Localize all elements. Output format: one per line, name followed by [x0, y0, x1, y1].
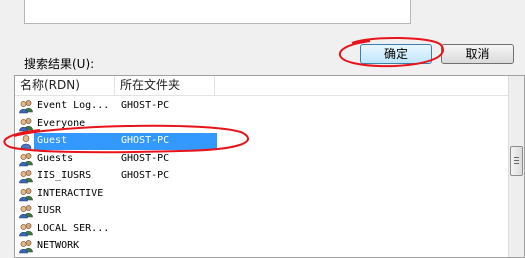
- column-header-name[interactable]: 名称(RDN): [15, 76, 115, 95]
- group-icon: [18, 239, 34, 254]
- list-item[interactable]: Event Log... GHOST-PC: [15, 98, 509, 116]
- item-name: Guest: [37, 135, 68, 146]
- item-name: IUSR: [37, 205, 62, 216]
- list-item[interactable]: LOCAL SER...: [15, 221, 509, 239]
- group-icon: [18, 99, 34, 114]
- item-name: Guests: [37, 152, 74, 164]
- group-icon: [18, 152, 34, 167]
- vertical-scrollbar[interactable]: [508, 76, 524, 257]
- item-name: LOCAL SER...: [37, 222, 110, 234]
- group-icon: [18, 222, 34, 237]
- user-icon: [18, 134, 34, 149]
- column-header: 名称(RDN) 所在文件夹: [15, 76, 524, 96]
- cancel-button[interactable]: 取消: [441, 44, 514, 64]
- group-icon: [18, 117, 34, 132]
- list-item[interactable]: IUSR: [15, 203, 509, 221]
- list-item[interactable]: IIS_IUSRS GHOST-PC: [15, 168, 509, 186]
- list-item[interactable]: Guests GHOST-PC: [15, 151, 509, 169]
- group-icon: [18, 169, 34, 184]
- item-name: IIS_IUSRS: [37, 170, 92, 181]
- scrollbar-thumb[interactable]: [510, 146, 523, 176]
- item-name: NETWORK: [37, 240, 80, 251]
- list-item[interactable]: NETWORK: [15, 238, 509, 256]
- search-results-list[interactable]: 名称(RDN) 所在文件夹 Event Log... GHOST-PC Everyo…: [14, 75, 525, 258]
- list-item[interactable]: Everyone: [15, 116, 509, 134]
- search-results-label: 搜索结果(U):: [24, 57, 95, 71]
- item-folder: GHOST-PC: [121, 170, 170, 181]
- column-header-folder[interactable]: 所在文件夹: [115, 76, 215, 95]
- group-icon: [18, 187, 34, 202]
- item-name: Everyone: [37, 117, 86, 129]
- item-name: INTERACTIVE: [37, 187, 104, 199]
- list-item[interactable]: INTERACTIVE: [15, 186, 509, 204]
- item-folder: GHOST-PC: [121, 135, 170, 146]
- results-rows: Event Log... GHOST-PC Everyone Guest GHOST-P…: [15, 98, 509, 256]
- object-names-textarea[interactable]: [24, 0, 411, 24]
- item-folder: GHOST-PC: [121, 152, 170, 164]
- group-icon: [18, 204, 34, 219]
- item-name: Event Log...: [37, 100, 110, 111]
- list-item[interactable]: Guest GHOST-PC: [15, 133, 509, 151]
- item-folder: GHOST-PC: [121, 100, 170, 111]
- ok-button[interactable]: 确定: [360, 44, 432, 64]
